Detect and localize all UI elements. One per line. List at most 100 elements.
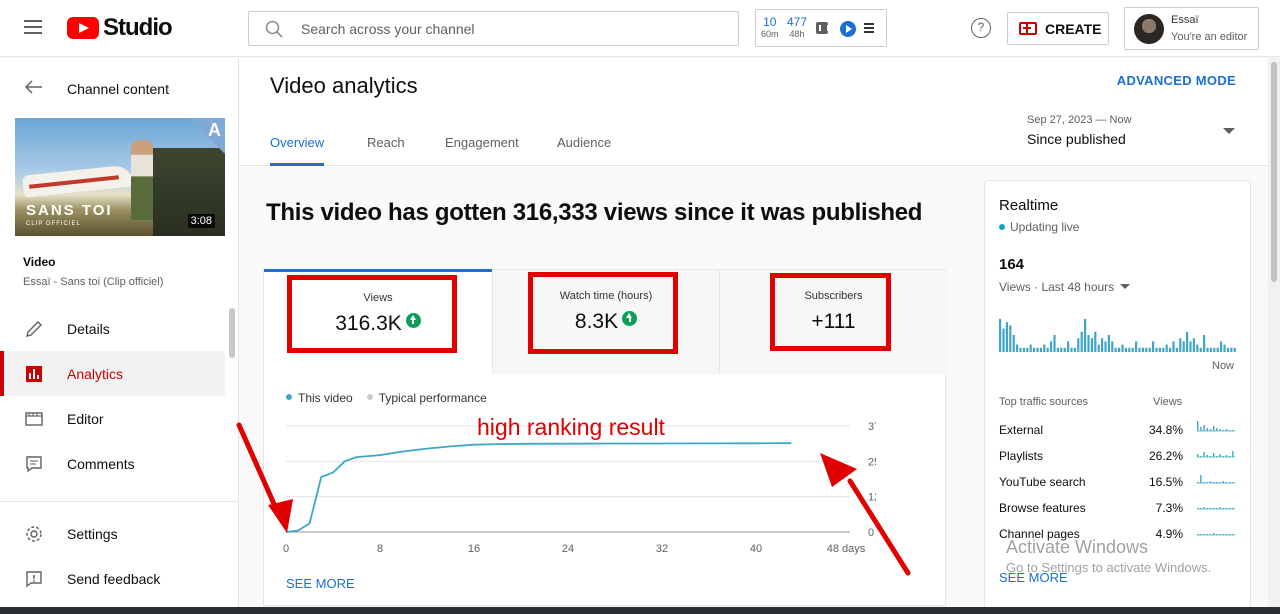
sparkline-bar bbox=[1232, 508, 1234, 509]
bar-chart-icon[interactable] bbox=[816, 22, 829, 34]
activate-windows-title: Activate Windows bbox=[1006, 537, 1149, 557]
account-role: You're an editor bbox=[1171, 31, 1248, 43]
sparkline-bar bbox=[1229, 508, 1231, 509]
stat-60m-label: 60m bbox=[761, 29, 779, 39]
highlight-box-watch-time bbox=[528, 272, 678, 354]
analytics-header: Video analytics ADVANCED MODE Overview R… bbox=[240, 58, 1268, 166]
realtime-bar bbox=[1073, 347, 1076, 352]
sparkline-bar bbox=[1216, 482, 1218, 483]
sparkline-bar bbox=[1229, 482, 1231, 483]
chevron-down-icon[interactable] bbox=[1223, 128, 1235, 134]
sparkline-bar bbox=[1200, 456, 1202, 457]
tab-audience[interactable]: Audience bbox=[557, 135, 611, 166]
realtime-bar bbox=[1036, 347, 1039, 352]
realtime-now-label: Now bbox=[1212, 360, 1235, 372]
create-button[interactable]: CREATE bbox=[1007, 12, 1109, 45]
sidebar-item-details[interactable]: Details bbox=[0, 306, 225, 351]
realtime-bar bbox=[1169, 347, 1172, 352]
page-scrollbar-thumb[interactable] bbox=[1271, 62, 1277, 282]
realtime-bar bbox=[1209, 347, 1212, 352]
realtime-bar bbox=[1087, 335, 1090, 352]
advanced-mode-button[interactable]: ADVANCED MODE bbox=[1117, 73, 1236, 88]
traffic-pct: 34.8% bbox=[1148, 423, 1183, 437]
sparkline-bar bbox=[1229, 456, 1231, 457]
sidebar-item-label: Send feedback bbox=[67, 571, 161, 587]
avatar bbox=[1134, 14, 1164, 44]
realtime-bar bbox=[1141, 347, 1144, 352]
realtime-bar bbox=[1019, 347, 1022, 352]
studio-logo[interactable]: Studio bbox=[67, 14, 173, 41]
extension-logo-icon[interactable] bbox=[840, 21, 856, 37]
sparkline-bar bbox=[1206, 534, 1208, 535]
sparkline-bar bbox=[1222, 430, 1224, 431]
highlight-box-subscribers bbox=[770, 273, 891, 351]
video-name: Essaï - Sans toi (Clip officiel) bbox=[23, 276, 164, 288]
realtime-bar bbox=[1203, 335, 1206, 352]
realtime-bar bbox=[1121, 344, 1124, 352]
back-label: Channel content bbox=[67, 81, 169, 97]
back-to-channel-content[interactable]: Channel content bbox=[0, 72, 239, 104]
realtime-bar bbox=[1046, 347, 1049, 352]
sidebar-item-comments[interactable]: Comments bbox=[0, 441, 225, 486]
sparkline-bar bbox=[1206, 482, 1208, 483]
search-bar[interactable] bbox=[248, 11, 739, 46]
traffic-pct: 7.3% bbox=[1155, 501, 1183, 515]
sparkline-bar bbox=[1200, 427, 1202, 431]
date-range-selector[interactable]: Sep 27, 2023 — Now Since published bbox=[1027, 114, 1132, 147]
sparkline-bar bbox=[1206, 508, 1208, 509]
realtime-bar bbox=[1090, 338, 1093, 352]
realtime-bar bbox=[1067, 341, 1070, 352]
stat-60m-value: 10 bbox=[763, 15, 777, 29]
sidebar-item-settings[interactable]: Settings bbox=[0, 511, 225, 556]
sidebar-scrollbar[interactable] bbox=[229, 308, 235, 358]
realtime-period-selector[interactable]: Views · Last 48 hours bbox=[999, 280, 1131, 294]
realtime-bar bbox=[1172, 341, 1175, 352]
realtime-bar bbox=[1077, 338, 1080, 352]
sparkline-bar bbox=[1200, 508, 1202, 509]
sparkline-bar bbox=[1216, 456, 1218, 457]
realtime-bar bbox=[1029, 344, 1032, 352]
traffic-header: Top traffic sources bbox=[999, 396, 1089, 408]
activate-windows-hint: Go to Settings to activate Windows. bbox=[1006, 560, 1212, 575]
realtime-bar bbox=[1002, 328, 1005, 352]
widget-menu-icon[interactable] bbox=[864, 23, 874, 33]
sidebar-item-send-feedback[interactable]: Send feedback bbox=[0, 556, 225, 601]
tab-engagement[interactable]: Engagement bbox=[445, 135, 519, 166]
video-thumbnail[interactable]: A SANS TOI CLIP OFFICIEL 3:08 bbox=[15, 118, 225, 236]
stat-60m: 10 60m bbox=[761, 16, 779, 40]
sparkline-bar bbox=[1213, 508, 1215, 509]
realtime-bar bbox=[1009, 325, 1012, 352]
sparkline-bar bbox=[1197, 421, 1199, 431]
legend-item-this-video: This video bbox=[286, 391, 353, 405]
thumb-person bbox=[131, 140, 153, 220]
realtime-bar bbox=[1063, 347, 1066, 352]
account-name: Essaï bbox=[1171, 14, 1199, 26]
sparkline-bar bbox=[1219, 429, 1221, 431]
sidebar-divider bbox=[0, 501, 239, 502]
sparkline-bar bbox=[1197, 454, 1199, 457]
sparkline-bar bbox=[1213, 482, 1215, 483]
account-switcher[interactable]: Essaï You're an editor bbox=[1124, 7, 1259, 50]
realtime-bar bbox=[1192, 338, 1195, 352]
channel-stats-widget[interactable]: 10 60m 477 48h bbox=[755, 9, 887, 47]
sparkline-bar bbox=[1209, 456, 1212, 457]
help-icon[interactable]: ? bbox=[971, 18, 991, 38]
tab-overview[interactable]: Overview bbox=[270, 135, 325, 166]
menu-icon[interactable] bbox=[24, 20, 42, 34]
realtime-bar bbox=[1026, 347, 1029, 352]
realtime-bar bbox=[1162, 347, 1165, 352]
sidebar-item-analytics[interactable]: Analytics bbox=[0, 351, 225, 396]
search-input[interactable] bbox=[301, 20, 701, 37]
sidebar-item-label: Analytics bbox=[67, 366, 124, 382]
create-label: CREATE bbox=[1045, 20, 1102, 37]
sidebar-item-editor[interactable]: Editor bbox=[0, 396, 225, 441]
realtime-bar bbox=[1131, 347, 1134, 352]
comment-icon bbox=[26, 456, 42, 473]
realtime-title: Realtime bbox=[999, 197, 1059, 214]
page-scrollbar[interactable] bbox=[1268, 58, 1280, 614]
realtime-bar bbox=[1186, 331, 1189, 352]
tab-reach[interactable]: Reach bbox=[367, 135, 405, 166]
realtime-bar bbox=[1226, 347, 1229, 352]
realtime-bar bbox=[1107, 335, 1110, 352]
sparkline-bar bbox=[1225, 429, 1228, 431]
